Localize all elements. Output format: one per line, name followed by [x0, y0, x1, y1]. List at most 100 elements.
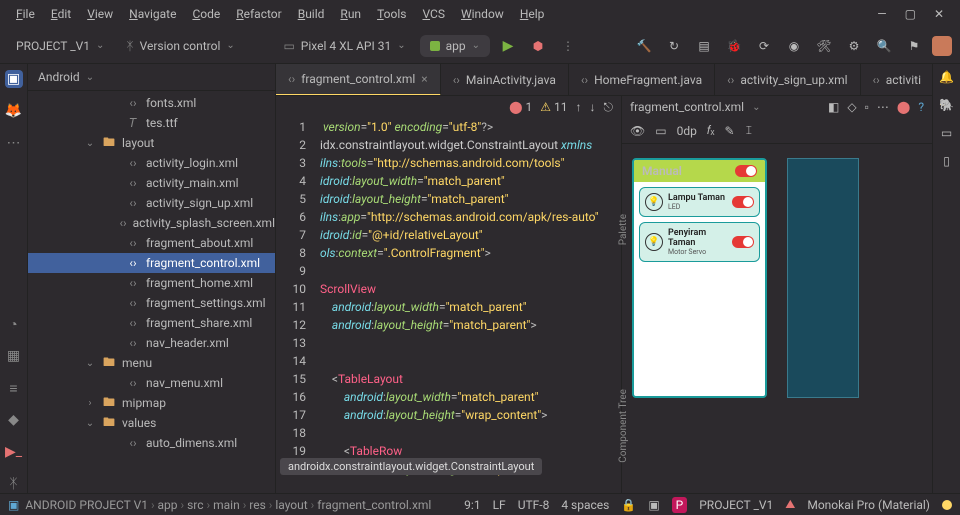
vcs-dropdown[interactable]: ᛡ Version control⌄ — [118, 35, 242, 57]
code-breadcrumb[interactable]: androidx.constraintlayout.widget.Constra… — [280, 458, 542, 475]
breadcrumb-item[interactable]: layout — [275, 498, 307, 512]
tree-row[interactable]: ‹›activity_main.xml — [28, 173, 275, 193]
menu-navigate[interactable]: Navigate — [121, 3, 184, 25]
bookmark-icon[interactable]: ◆ — [5, 411, 23, 429]
gear-icon[interactable]: ⚙ — [842, 34, 866, 58]
terminal-icon[interactable]: ▶_ — [5, 443, 23, 461]
notifications-icon[interactable]: ⚑ — [902, 34, 926, 58]
search-icon[interactable]: 🔍 — [872, 34, 896, 58]
line-ending[interactable]: LF — [493, 498, 506, 512]
tools-icon[interactable]: 🛠 — [812, 34, 836, 58]
gradle-icon[interactable]: 🐘 — [939, 98, 954, 112]
tree-row[interactable]: ⌄🖿menu — [28, 353, 275, 373]
status-indicator[interactable] — [942, 500, 952, 510]
magic-icon[interactable]: 𝑓ₓ — [707, 123, 715, 138]
breadcrumb-item[interactable]: main — [213, 498, 240, 512]
menu-vcs[interactable]: VCS — [414, 3, 453, 25]
editor-tab[interactable]: ‹›fragment_control.xml× — [276, 64, 441, 96]
tree-row[interactable]: ‹›nav_menu.xml — [28, 373, 275, 393]
structure-tool-icon[interactable]: 🦊 — [5, 102, 23, 120]
caret-position[interactable]: 9:1 — [464, 498, 480, 512]
warning-count-icon[interactable]: ⚠ 11 — [540, 100, 567, 114]
build-icon[interactable]: 🔨 — [632, 34, 656, 58]
filters-icon[interactable]: ≡ — [5, 379, 23, 397]
menu-refactor[interactable]: Refactor — [228, 3, 289, 25]
run-button[interactable]: ▶ — [496, 34, 520, 58]
tree-row[interactable]: ‹›fonts.xml — [28, 93, 275, 113]
tree-row[interactable]: ‹›activity_login.xml — [28, 153, 275, 173]
menu-code[interactable]: Code — [184, 3, 228, 25]
issue-icon[interactable]: ⬤ — [897, 100, 910, 114]
tree-row[interactable]: ‹›fragment_control.xml — [28, 253, 275, 273]
tree-row[interactable]: ‹›fragment_home.xml — [28, 273, 275, 293]
cursor-icon[interactable]: 𝙸 — [745, 123, 753, 138]
debug-button[interactable]: ⬢ — [526, 34, 550, 58]
more-tool-icon[interactable]: ⋯ — [5, 134, 23, 152]
project-dropdown[interactable]: PROJECT _V1⌄ — [8, 35, 112, 57]
breadcrumb-item[interactable]: app — [158, 498, 178, 512]
tree-row[interactable]: ‹›activity_sign_up.xml — [28, 193, 275, 213]
menu-build[interactable]: Build — [290, 3, 333, 25]
minimize-icon[interactable]: — — [877, 7, 886, 21]
device-selector[interactable]: ▭ Pixel 4 XL API 31⌄ — [275, 35, 413, 57]
menu-view[interactable]: View — [79, 3, 121, 25]
tree-row[interactable]: ‹›fragment_share.xml — [28, 313, 275, 333]
maximize-icon[interactable]: ▢ — [905, 7, 916, 21]
tree-row[interactable]: ‹›nav_header.xml — [28, 333, 275, 353]
project-badge[interactable]: P — [672, 497, 688, 513]
menu-window[interactable]: Window — [453, 3, 512, 25]
inspect-icon[interactable]: ⎋ — [604, 100, 614, 115]
run-config-selector[interactable]: app⌄ — [420, 35, 490, 57]
editor-tab[interactable]: ‹›MainActivity.java — [441, 64, 569, 96]
editor-tab[interactable]: ‹›activiti — [861, 64, 932, 96]
sync-icon[interactable]: ↻ — [662, 34, 686, 58]
tree-row[interactable]: ‹›fragment_settings.xml — [28, 293, 275, 313]
device-icon[interactable]: ▭ — [655, 124, 666, 138]
breadcrumb-item[interactable]: ANDROID PROJECT V1 — [25, 498, 148, 512]
project-label[interactable]: PROJECT _V1 — [699, 498, 773, 512]
down-arrow-icon[interactable]: ↓ — [590, 100, 596, 114]
indent-info[interactable]: 4 spaces — [561, 498, 609, 512]
design-file-label[interactable]: fragment_control.xml — [630, 100, 744, 114]
book-icon[interactable]: ▣ — [648, 498, 659, 512]
breadcrumb-item[interactable]: src — [187, 498, 203, 512]
menu-tools[interactable]: Tools — [369, 3, 414, 25]
more-icon[interactable]: ⋯ — [877, 100, 889, 114]
up-arrow-icon[interactable]: ↑ — [576, 100, 582, 114]
options-icon[interactable]: ▫ — [865, 100, 869, 114]
tree-row[interactable]: ‹›fragment_about.xml — [28, 233, 275, 253]
menu-edit[interactable]: Edit — [43, 3, 79, 25]
component-tree-tab[interactable]: Component Tree — [618, 389, 629, 463]
tree-row[interactable]: ‹›auto_dimens.xml — [28, 433, 275, 453]
breadcrumb-item[interactable]: fragment_control.xml — [317, 498, 431, 512]
layers-icon[interactable]: ◧ — [828, 100, 839, 114]
wand-icon[interactable]: ✎ — [725, 124, 735, 138]
blueprint-preview[interactable] — [787, 158, 859, 398]
zoom-label[interactable]: 0dp — [677, 124, 697, 138]
tree-row[interactable]: ⌄🖿layout — [28, 133, 275, 153]
avd-icon[interactable]: ▤ — [692, 34, 716, 58]
layers-icon[interactable]: ▦ — [5, 347, 23, 365]
notifications-tool-icon[interactable]: 🔔 — [939, 70, 954, 84]
more-run-icon[interactable]: ⋮ — [556, 34, 580, 58]
menu-file[interactable]: File — [8, 3, 43, 25]
theme-label[interactable]: Monokai Pro (Material) — [807, 498, 930, 512]
code-editor[interactable]: ⬤ 1 ⚠ 11 ↑ ↓ ⎋ 1234567891011121314151617… — [276, 96, 622, 493]
menu-run[interactable]: Run — [332, 3, 369, 25]
rotate-icon[interactable]: ◇ — [847, 100, 856, 114]
avatar[interactable] — [932, 36, 952, 56]
tree-row[interactable]: ›🖿mipmap — [28, 393, 275, 413]
help-icon[interactable]: ? — [918, 100, 924, 114]
tree-header[interactable]: Android⌄ — [28, 64, 275, 91]
readonly-icon[interactable]: 🔒 — [621, 498, 636, 512]
tree-row[interactable]: 𝑇tes.ttf — [28, 113, 275, 133]
gauge-icon[interactable]: ◔ — [5, 315, 23, 333]
vcs-tool-icon[interactable]: ᛡ — [5, 475, 23, 493]
file-encoding[interactable]: UTF-8 — [518, 498, 550, 512]
eye-icon[interactable]: 👁 — [630, 124, 645, 138]
device-manager-icon[interactable]: ▭ — [941, 126, 952, 140]
close-tab-icon[interactable]: × — [421, 72, 427, 86]
close-icon[interactable]: ✕ — [934, 7, 944, 21]
menu-help[interactable]: Help — [512, 3, 553, 25]
project-tool-icon[interactable]: ▣ — [5, 70, 23, 88]
